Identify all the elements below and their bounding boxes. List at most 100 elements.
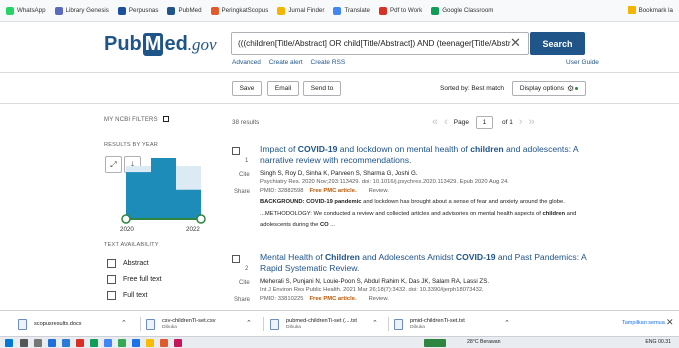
my-ncbi-filters[interactable]: MY NCBI FILTERS — [104, 116, 169, 123]
title-text: and Adolescents Amidst — [359, 252, 456, 262]
bookmark-label: WhatsApp — [17, 7, 46, 14]
download-item[interactable]: pmid-childrenTi-set.txt Dibuka ⌃ — [394, 315, 519, 333]
results-by-year-chart[interactable] — [104, 152, 209, 232]
chrome-icon[interactable] — [104, 339, 112, 347]
title-text: and lockdown on mental health of — [337, 144, 471, 154]
chevron-up-icon[interactable]: ⌃ — [504, 319, 510, 327]
result-pmid: PMID: 32882598 — [260, 188, 304, 194]
app-icon[interactable] — [76, 339, 84, 347]
review-badge: Review. — [368, 188, 389, 194]
app-icon[interactable] — [174, 339, 182, 347]
filter-label: Full text — [123, 292, 148, 299]
download-item[interactable]: pubmed-childrenTi-set (....txt Dibuka ⌃ — [270, 315, 385, 333]
app-icon[interactable] — [118, 339, 126, 347]
chart-bar-2020[interactable] — [126, 172, 151, 218]
indicator-dot — [575, 87, 579, 90]
share-button[interactable]: Share — [234, 297, 250, 303]
create-rss-link[interactable]: Create RSS — [311, 59, 346, 66]
filter-checkbox[interactable] — [107, 275, 116, 284]
logo-gov: .gov — [187, 35, 217, 54]
bookmark-item[interactable]: Translate — [333, 6, 370, 15]
bookmark-item[interactable]: Jurnal Finder — [277, 6, 324, 15]
last-page-icon[interactable]: » — [529, 116, 535, 128]
advanced-link[interactable]: Advanced — [232, 59, 261, 66]
search-sub-links: Advanced Create alert Create RSS — [232, 59, 351, 66]
user-guide-link[interactable]: User Guide — [566, 59, 599, 66]
scopus-icon — [210, 6, 219, 15]
send-to-button[interactable]: Send to — [303, 81, 341, 96]
next-page-icon[interactable]: › — [519, 116, 523, 128]
result-meta: PMID: 32882598 Free PMC article. Review. — [260, 187, 587, 196]
bookmark-item[interactable]: Google Classroom — [431, 6, 494, 15]
share-button[interactable]: Share — [234, 189, 250, 195]
bookmark-item[interactable]: Library Genesis — [54, 6, 109, 15]
download-name: csv-childrenTi-set.csv — [162, 318, 216, 324]
chart-bar-2021[interactable] — [151, 158, 176, 218]
bookmark-item[interactable]: PubMed — [167, 6, 202, 15]
title-highlight: COVID-19 — [297, 144, 338, 154]
filter-full-text[interactable]: Full text — [107, 291, 148, 300]
free-pmc-badge: Free PMC article. — [309, 188, 357, 194]
display-options-button[interactable]: Display options ⚙ — [512, 81, 586, 96]
download-item[interactable]: csv-childrenTi-set.csv Dibuka ⌃ — [146, 315, 261, 333]
result-checkbox[interactable] — [232, 147, 240, 155]
year-slider-start-handle[interactable] — [121, 214, 131, 224]
chevron-up-icon[interactable]: ⌃ — [372, 319, 378, 327]
store-icon[interactable] — [62, 339, 70, 347]
bookmark-item[interactable]: PeringkatScopus — [210, 6, 268, 15]
snippet-text: ... — [328, 222, 336, 228]
divider — [388, 317, 389, 331]
bookmark-item[interactable]: WhatsApp — [6, 6, 46, 15]
pubmed-logo[interactable]: Pub Med.gov — [104, 33, 217, 56]
create-alert-link[interactable]: Create alert — [269, 59, 303, 66]
search-icon[interactable] — [20, 339, 28, 347]
app-icon[interactable] — [146, 339, 154, 347]
windows-start-icon[interactable] — [5, 339, 13, 347]
bookmark-folder[interactable]: Bookmark la — [627, 6, 673, 14]
save-button[interactable]: Save — [232, 81, 262, 96]
download-item[interactable]: scopusresults.docx ⌃ — [18, 315, 138, 333]
weather-readout[interactable]: 28°C Berawan — [467, 339, 501, 345]
chevron-up-icon[interactable]: ⌃ — [246, 319, 252, 327]
mail-icon[interactable] — [48, 339, 56, 347]
result-title[interactable]: Mental Health of Children and Adolescent… — [260, 252, 587, 274]
page-number-input[interactable]: 1 — [475, 115, 493, 129]
prev-page-icon[interactable]: ‹ — [444, 116, 448, 128]
divider — [263, 317, 264, 331]
filter-checkbox[interactable] — [107, 291, 116, 300]
show-all-downloads-link[interactable]: Tampilkan semua — [622, 320, 665, 326]
system-tray-clock[interactable]: ENG 00.31 — [645, 339, 671, 345]
bookmark-label: Google Classroom — [442, 7, 494, 14]
task-view-icon[interactable] — [34, 339, 42, 347]
filter-free-full-text[interactable]: Free full text — [107, 275, 162, 284]
email-button[interactable]: Email — [267, 81, 299, 96]
snippet-label: BACKGROUND: — [260, 199, 307, 205]
search-input[interactable]: (((children[Title/Abstract] OR child[Tit… — [231, 32, 529, 55]
bookmark-item[interactable]: Pdf to Work — [379, 6, 422, 15]
result-snippet: BACKGROUND: COVID-19 pandemic and lockdo… — [260, 197, 587, 232]
results-toolbar: Save Email Send to Sorted by: Best match… — [0, 72, 679, 104]
cite-button[interactable]: Cite — [239, 280, 250, 286]
free-pmc-badge: Free PMC article. — [309, 296, 357, 302]
filter-abstract[interactable]: Abstract — [107, 259, 149, 268]
app-icon[interactable] — [132, 339, 140, 347]
bookmark-item[interactable]: Perpusnas — [117, 6, 158, 15]
clear-search-icon[interactable]: ✕ — [510, 35, 521, 51]
page-total-label: of 1 — [501, 118, 513, 126]
bookmark-list: WhatsApp Library Genesis Perpusnas PubMed Pe… — [6, 6, 502, 15]
file-icon — [394, 318, 403, 330]
app-icon[interactable] — [160, 339, 168, 347]
chevron-up-icon[interactable]: ⌃ — [121, 319, 127, 327]
first-page-icon[interactable]: « — [432, 116, 438, 128]
file-icon — [146, 318, 155, 330]
app-icon[interactable] — [90, 339, 98, 347]
close-icon[interactable]: ✕ — [666, 317, 674, 328]
cite-button[interactable]: Cite — [239, 172, 250, 178]
filter-label: Abstract — [123, 260, 149, 267]
search-button[interactable]: Search — [530, 32, 585, 55]
result-title[interactable]: Impact of COVID-19 and lockdown on menta… — [260, 144, 587, 166]
year-slider-end-handle[interactable] — [196, 214, 206, 224]
chart-bar-2022[interactable] — [176, 189, 201, 218]
filter-checkbox[interactable] — [107, 259, 116, 268]
result-checkbox[interactable] — [232, 255, 240, 263]
